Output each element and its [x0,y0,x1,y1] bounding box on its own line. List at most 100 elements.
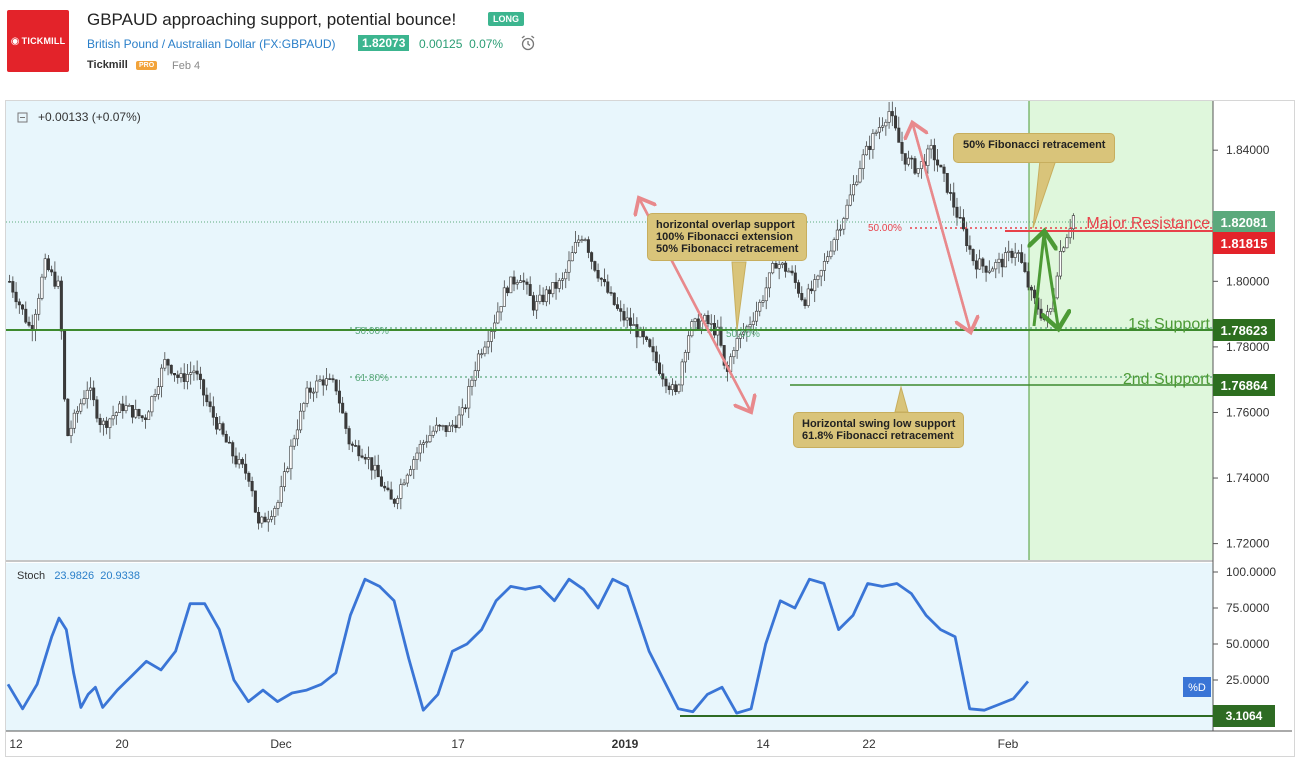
candle-body [819,270,823,277]
candle-body [580,239,584,242]
candle-body [211,406,215,418]
candle-body [544,289,548,303]
candle-body [1033,289,1037,299]
candle-body [800,293,804,301]
candle-body [968,245,972,250]
candle-body [664,378,668,387]
candle-body [98,417,102,426]
candle-body [160,367,164,387]
candle-body [483,346,487,355]
candle-body [470,379,474,387]
candle-body [221,423,225,435]
pane-change: +0.00133 (+0.07%) [38,110,141,124]
candle-body [467,386,471,409]
candle-body [512,276,516,285]
candle-body [315,380,319,393]
candle-body [615,304,619,309]
candle-body [130,405,134,418]
candle-body [910,157,914,160]
candle-body [958,217,962,219]
time-tick-label: 14 [756,737,770,751]
stoch-tick-label: 75.0000 [1226,601,1270,615]
candle-body [603,279,607,283]
time-tick-label: 12 [9,737,23,751]
candle-body [166,359,170,366]
price-tick-label: 1.74000 [1226,471,1270,485]
candle-body [279,486,283,503]
candle-body [557,280,561,289]
candle-body [522,280,526,283]
candle-body [153,394,157,397]
candle-body [21,304,25,310]
stoch-tick-label: 50.0000 [1226,637,1270,651]
candle-body [418,443,422,454]
candle-body [767,272,771,289]
candle-body [321,379,325,386]
candle-body [1055,275,1059,299]
candle-body [344,412,348,429]
candle-body [292,438,296,447]
candle-body [509,276,513,294]
candle-body [137,409,141,417]
candle-body [1023,262,1027,272]
candle-body [227,441,231,444]
candle-body [984,265,988,273]
candle-body [464,407,468,410]
price-tick-label: 1.84000 [1226,143,1270,157]
candle-body [286,468,290,472]
candle-body [628,317,632,326]
candle-body [654,351,658,364]
candle-body [231,442,235,457]
candle-body [855,181,859,185]
time-axis-ticks: 12 20 Dec 17 2019 14 22 Feb [9,737,1018,751]
candle-body [541,294,545,303]
callout-line: 100% Fibonacci extension [656,231,793,243]
candle-body [14,291,18,303]
candle-body [890,111,894,117]
candle-body [561,278,565,281]
candle-body [234,455,238,465]
candle-body [939,164,943,168]
chart-canvas[interactable]: 50.00% 61.80% 50.00% 50.00% Major Resist… [0,0,1303,758]
candle-body [215,417,219,430]
stoch-legend: Stoch 23.9826 20.9338 [17,570,140,582]
candle-body [622,311,626,321]
candle-body [302,403,306,412]
candle-body [784,262,788,272]
candle-body [421,442,425,445]
candle-body [179,373,183,378]
candle-body [396,498,400,504]
candle-body [444,425,448,432]
price-axis-labels: 1.82081 1.81815 1.78623 1.76864 [1213,211,1275,396]
candle-body [658,362,662,375]
candle-body [525,281,529,285]
callout-line: horizontal overlap support [656,219,795,231]
candle-body [250,481,254,492]
candle-body [590,252,594,262]
candle-body [696,318,700,330]
candle-body [489,331,493,342]
stoch-d-value: 20.9338 [100,570,140,582]
candle-body [952,192,956,208]
candle-body [787,270,791,273]
candle-body [176,374,180,378]
candle-body [263,516,267,523]
candle-body [350,443,354,446]
candle-body [706,315,710,324]
callout-line: 61.8% Fibonacci retracement [802,430,954,442]
candle-body [813,279,817,292]
candle-body [845,204,849,219]
candle-body [412,459,416,470]
candle-body [987,270,991,273]
candle-body [771,263,775,274]
candle-body [59,280,63,332]
callout-swing-low: Horizontal swing low support 61.8% Fibon… [793,412,965,448]
candle-body [1042,317,1046,320]
candle-body [247,472,251,482]
candle-body [496,311,500,324]
candle-body [978,258,982,270]
candle-body [593,261,597,271]
candle-body [780,262,784,265]
candle-body [127,405,131,407]
candle-body [240,459,244,465]
